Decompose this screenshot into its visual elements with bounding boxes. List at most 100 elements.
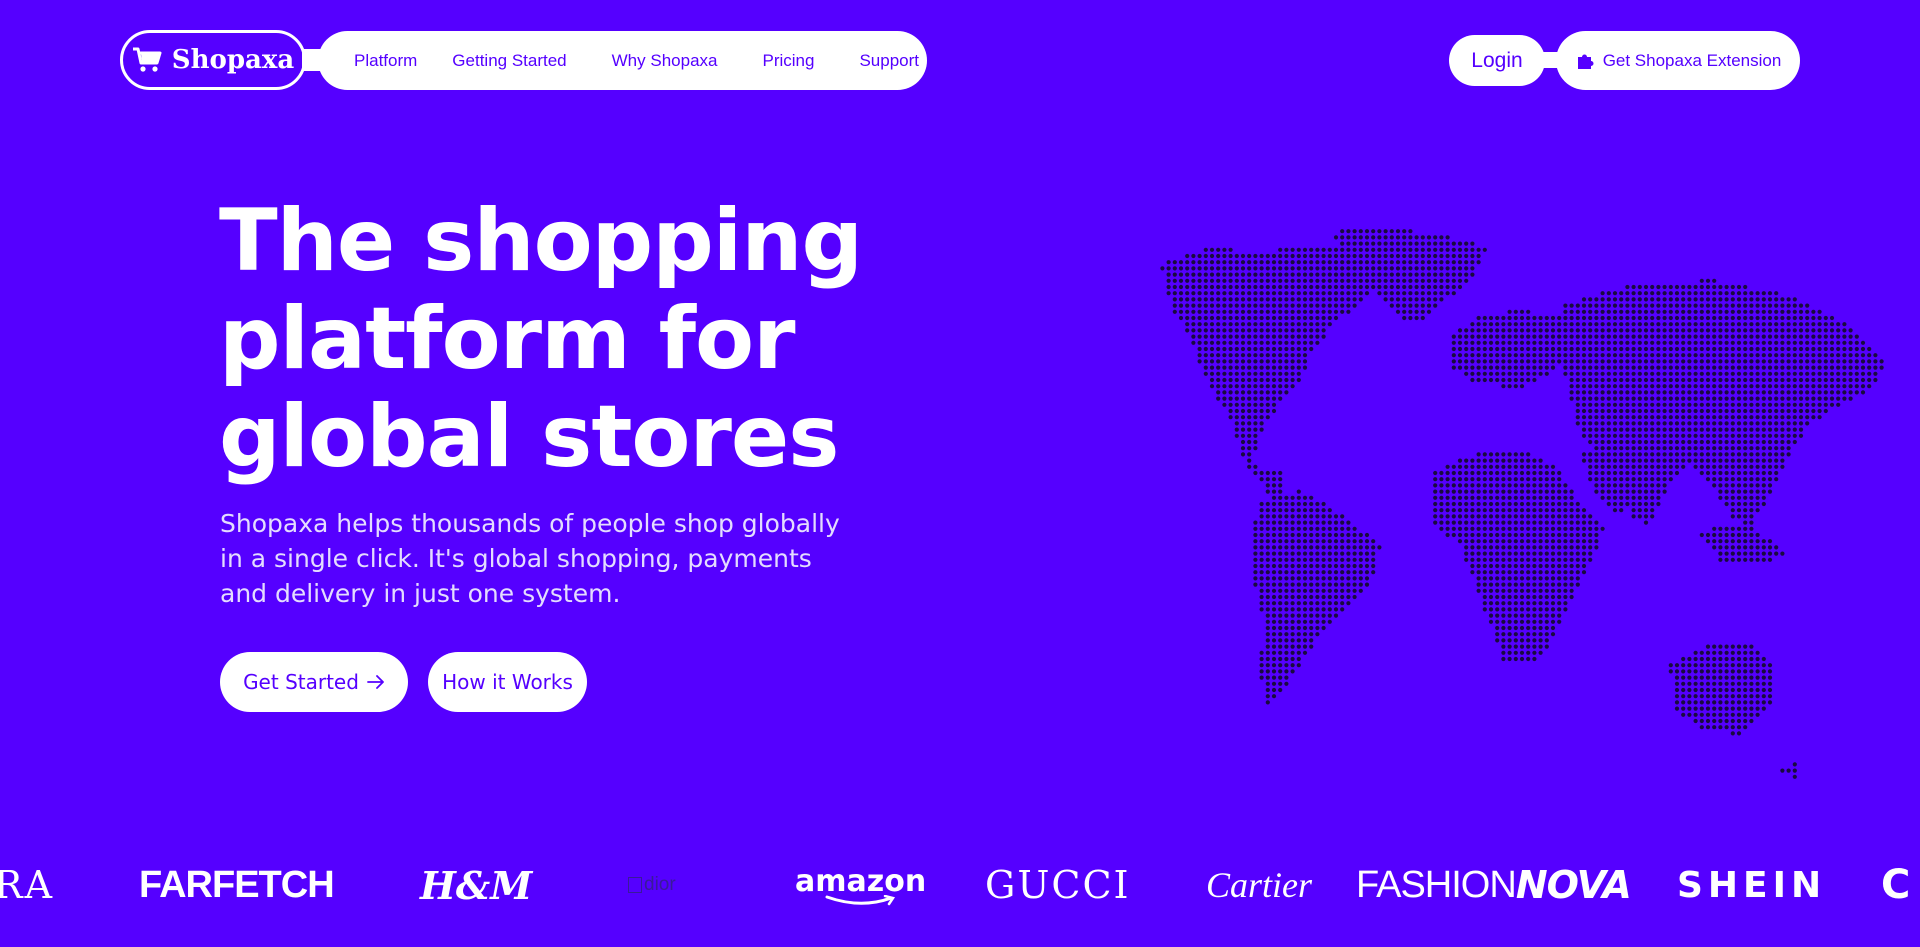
map-dot xyxy=(1470,551,1475,556)
map-dot xyxy=(1588,328,1593,333)
map-dot xyxy=(1612,359,1618,364)
map-dot xyxy=(1482,328,1487,333)
map-dot xyxy=(1761,377,1766,383)
map-dot xyxy=(1507,545,1512,550)
map-dot xyxy=(1470,260,1475,265)
map-dot xyxy=(1253,545,1258,550)
map-dot xyxy=(1693,365,1698,370)
map-dot xyxy=(1780,408,1785,414)
map-dot xyxy=(1290,371,1295,376)
map-dot xyxy=(1513,607,1518,612)
map-dot xyxy=(1749,687,1754,693)
map-dot xyxy=(1730,365,1735,370)
map-dot xyxy=(1519,328,1525,333)
map-dot xyxy=(1470,483,1475,488)
map-dot xyxy=(1743,322,1748,327)
get-started-button[interactable]: Get Started xyxy=(220,652,408,712)
map-dot xyxy=(1519,619,1525,624)
how-it-works-button[interactable]: How it Works xyxy=(428,652,587,712)
map-dot xyxy=(1519,334,1525,339)
map-dot xyxy=(1811,377,1816,383)
map-dot xyxy=(1191,291,1196,296)
nav-item-pricing[interactable]: Pricing xyxy=(762,51,814,71)
map-dot xyxy=(1519,607,1525,612)
map-dot xyxy=(1581,303,1587,308)
map-dot xyxy=(1488,346,1494,352)
map-dot xyxy=(1253,408,1258,414)
map-dot xyxy=(1253,377,1258,383)
map-dot xyxy=(1488,470,1494,476)
map-dot xyxy=(1854,359,1859,364)
map-dot xyxy=(1457,340,1463,345)
map-dot xyxy=(1557,545,1562,550)
map-dot xyxy=(1265,489,1270,494)
map-dot xyxy=(1519,656,1525,662)
map-dot xyxy=(1296,334,1301,339)
map-dot xyxy=(1501,539,1506,544)
map-dot xyxy=(1743,353,1748,358)
hero-headline: The shopping platform for global stores xyxy=(219,192,919,486)
map-dot xyxy=(1495,483,1500,488)
map-dot xyxy=(1222,278,1227,283)
map-dot xyxy=(1526,322,1531,327)
map-dot xyxy=(1705,353,1711,358)
map-dot xyxy=(1780,346,1785,352)
map-dot xyxy=(1761,328,1766,333)
map-dot xyxy=(1526,458,1531,463)
map-dot xyxy=(1631,340,1636,345)
headline-line-2: platform for xyxy=(219,289,796,389)
map-dot xyxy=(1631,427,1636,432)
map-dot xyxy=(1278,260,1283,265)
map-dot xyxy=(1718,470,1723,476)
map-dot xyxy=(1178,266,1184,271)
map-dot xyxy=(1575,576,1580,581)
map-dot xyxy=(1693,384,1698,389)
map-dot xyxy=(1600,334,1605,339)
map-dot xyxy=(1656,452,1661,457)
map-dot xyxy=(1513,656,1518,662)
map-dot xyxy=(1259,402,1264,407)
map-dot xyxy=(1755,408,1760,414)
map-dot xyxy=(1501,384,1506,389)
map-dot xyxy=(1315,520,1320,525)
login-button[interactable]: Login xyxy=(1449,35,1545,86)
map-dot xyxy=(1203,340,1208,345)
map-dot xyxy=(1278,594,1283,600)
map-dot xyxy=(1395,291,1401,296)
nav-item-why-shopaxa[interactable]: Why Shopaxa xyxy=(612,51,718,71)
map-dot xyxy=(1247,272,1252,277)
map-dot xyxy=(1358,266,1363,271)
map-dot xyxy=(1340,588,1345,593)
map-dot xyxy=(1705,532,1711,538)
map-dot xyxy=(1296,532,1301,538)
map-dot xyxy=(1519,644,1525,649)
nav-item-getting-started[interactable]: Getting Started xyxy=(452,51,566,71)
map-dot xyxy=(1296,588,1301,593)
map-dot xyxy=(1247,415,1252,420)
map-dot xyxy=(1712,315,1717,321)
map-dot xyxy=(1321,278,1326,283)
map-dot xyxy=(1612,353,1618,358)
map-dot xyxy=(1464,464,1469,469)
map-dot xyxy=(1191,315,1196,321)
map-dot xyxy=(1575,303,1580,308)
map-dot xyxy=(1470,377,1475,383)
get-extension-button[interactable]: Get Shopaxa Extension xyxy=(1556,31,1800,90)
logo[interactable]: Shopaxa xyxy=(120,30,306,90)
map-dot xyxy=(1656,501,1661,507)
map-dot xyxy=(1340,241,1345,246)
map-dot xyxy=(1296,638,1301,643)
map-dot xyxy=(1290,601,1295,606)
nav-item-platform[interactable]: Platform xyxy=(354,51,417,71)
map-dot xyxy=(1247,452,1252,457)
map-dot xyxy=(1408,266,1413,271)
map-dot xyxy=(1612,377,1618,383)
nav-item-support[interactable]: Support xyxy=(859,51,919,71)
map-dot xyxy=(1240,297,1246,302)
map-dot xyxy=(1761,303,1766,308)
map-dot xyxy=(1495,501,1500,507)
map-dot xyxy=(1557,607,1562,612)
map-dot xyxy=(1693,427,1698,432)
map-dot xyxy=(1637,297,1642,302)
map-dot xyxy=(1600,303,1605,308)
